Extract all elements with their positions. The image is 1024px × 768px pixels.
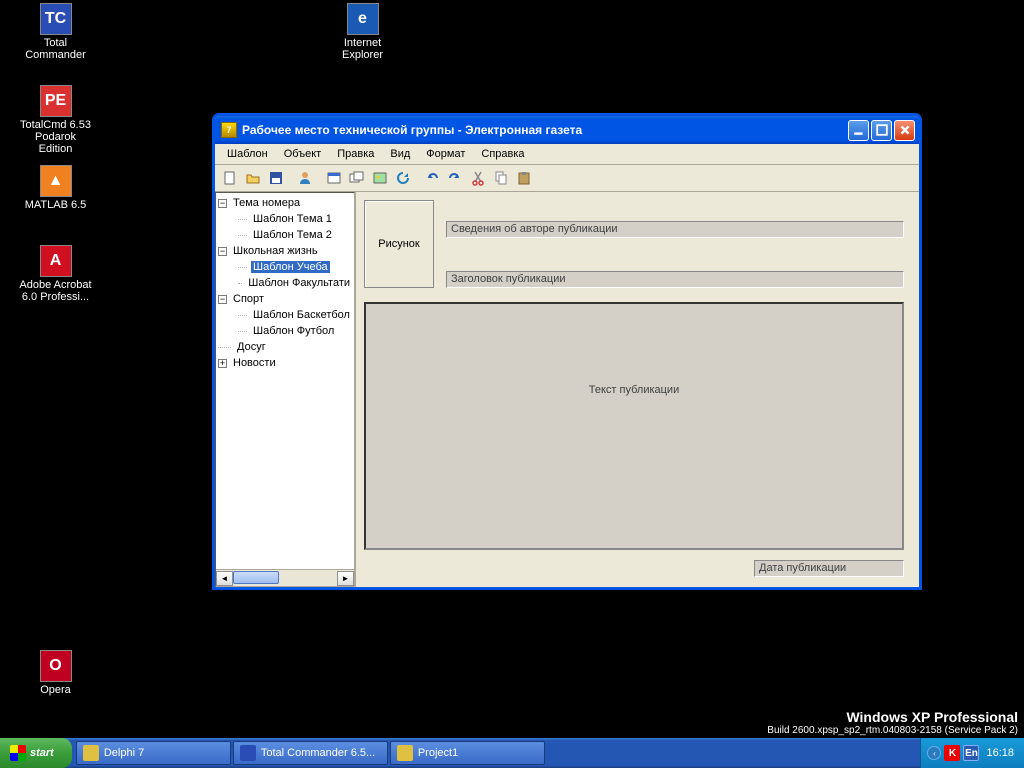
app-icon xyxy=(240,745,256,761)
icon-label: Opera xyxy=(40,684,71,696)
icon-label: InternetExplorer xyxy=(342,37,383,61)
tree-node-selected[interactable]: Шаблон Учеба xyxy=(251,261,330,273)
language-indicator[interactable]: En xyxy=(963,745,979,761)
maximize-button[interactable] xyxy=(871,120,892,141)
icon-label: TotalCmd 6.53Podarok Edition xyxy=(18,119,93,155)
windows-watermark: Windows XP Professional Build 2600.xpsp_… xyxy=(767,709,1018,736)
tree-node[interactable]: Шаблон Баскетбол xyxy=(251,309,352,321)
desktop-icon[interactable]: O Opera xyxy=(18,650,93,696)
app-window: 7 Рабочее место технической группы - Эле… xyxy=(212,113,922,590)
collapse-icon[interactable]: − xyxy=(218,247,227,256)
system-tray: ‹ K En 16:18 xyxy=(920,738,1024,768)
clock[interactable]: 16:18 xyxy=(986,747,1014,759)
paste-button[interactable] xyxy=(512,167,535,189)
windows-button[interactable] xyxy=(345,167,368,189)
kaspersky-tray-icon[interactable]: K xyxy=(944,745,960,761)
new-button[interactable] xyxy=(218,167,241,189)
icon-label: MATLAB 6.5 xyxy=(25,199,87,211)
date-field[interactable]: Дата публикации xyxy=(754,560,904,577)
tree-hscrollbar[interactable]: ◄ ► xyxy=(216,569,354,586)
scroll-right-button[interactable]: ► xyxy=(337,571,354,586)
desktop-icon[interactable]: eInternetExplorer xyxy=(325,3,400,61)
taskbar-app-button[interactable]: Total Commander 6.5... xyxy=(233,741,388,765)
titlebar[interactable]: 7 Рабочее место технической группы - Эле… xyxy=(215,116,919,144)
tree-node[interactable]: Шаблон Тема 1 xyxy=(251,213,334,225)
copy-button[interactable] xyxy=(489,167,512,189)
app-icon xyxy=(397,745,413,761)
tree-node[interactable]: Спорт xyxy=(231,293,266,305)
save-button[interactable] xyxy=(264,167,287,189)
delphi-app-icon: 7 xyxy=(221,122,237,138)
taskbar-app-button[interactable]: Delphi 7 xyxy=(76,741,231,765)
toolbar xyxy=(215,165,919,192)
menu-edit[interactable]: Правка xyxy=(329,146,382,162)
author-field[interactable]: Сведения об авторе публикации xyxy=(446,221,904,238)
picture-placeholder[interactable]: Рисунок xyxy=(364,200,434,288)
headline-field[interactable]: Заголовок публикации xyxy=(446,271,904,288)
tree-node[interactable]: Шаблон Тема 2 xyxy=(251,229,334,241)
menu-help[interactable]: Справка xyxy=(473,146,532,162)
app-label: Total Commander 6.5... xyxy=(261,747,375,759)
app-icon: PE xyxy=(40,85,72,117)
menu-object[interactable]: Объект xyxy=(276,146,329,162)
tree-node[interactable]: Школьная жизнь xyxy=(231,245,320,257)
menubar: Шаблон Объект Правка Вид Формат Справка xyxy=(215,144,919,165)
app-icon xyxy=(83,745,99,761)
app-label: Project1 xyxy=(418,747,458,759)
tree-panel: −Тема номера Шаблон Тема 1 Шаблон Тема 2… xyxy=(215,192,355,587)
user-button[interactable] xyxy=(293,167,316,189)
scroll-left-button[interactable]: ◄ xyxy=(216,571,233,586)
body-textarea[interactable]: Текст публикации xyxy=(364,302,904,550)
taskbar: start Delphi 7 Total Commander 6.5... Proj… xyxy=(0,738,1024,768)
collapse-icon[interactable]: − xyxy=(218,199,227,208)
app-label: Delphi 7 xyxy=(104,747,144,759)
tree-node[interactable]: Тема номера xyxy=(231,197,302,209)
menu-format[interactable]: Формат xyxy=(418,146,473,162)
minimize-button[interactable] xyxy=(848,120,869,141)
desktop-icon[interactable]: TCTotalCommander xyxy=(18,3,93,61)
taskbar-app-button[interactable]: Project1 xyxy=(390,741,545,765)
desktop-icon[interactable]: ▲ MATLAB 6.5 xyxy=(18,165,93,211)
menu-shablon[interactable]: Шаблон xyxy=(219,146,276,162)
app-icon: e xyxy=(347,3,379,35)
menu-view[interactable]: Вид xyxy=(382,146,418,162)
close-button[interactable] xyxy=(894,120,915,141)
tree-node[interactable]: Новости xyxy=(231,357,278,369)
undo-button[interactable] xyxy=(420,167,443,189)
desktop-icon[interactable]: PETotalCmd 6.53Podarok Edition xyxy=(18,85,93,155)
icon-label: Adobe Acrobat6.0 Professi... xyxy=(19,279,91,303)
tray-chevron-icon[interactable]: ‹ xyxy=(927,746,941,760)
redo-button[interactable] xyxy=(443,167,466,189)
window-button[interactable] xyxy=(322,167,345,189)
tree-node[interactable]: Досуг xyxy=(235,341,268,353)
app-icon: TC xyxy=(40,3,72,35)
cut-button[interactable] xyxy=(466,167,489,189)
open-button[interactable] xyxy=(241,167,264,189)
app-icon: ▲ xyxy=(40,165,72,197)
refresh-button[interactable] xyxy=(391,167,414,189)
collapse-icon[interactable]: − xyxy=(218,295,227,304)
tree-node[interactable]: Шаблон Факультати xyxy=(246,277,352,289)
expand-icon[interactable]: + xyxy=(218,359,227,368)
start-button[interactable]: start xyxy=(0,738,72,768)
windows-flag-icon xyxy=(10,745,26,761)
tree-node[interactable]: Шаблон Футбол xyxy=(251,325,336,337)
image-button[interactable] xyxy=(368,167,391,189)
template-tree[interactable]: −Тема номера Шаблон Тема 1 Шаблон Тема 2… xyxy=(216,193,354,569)
app-icon: A xyxy=(40,245,72,277)
template-form: Рисунок Сведения об авторе публикации За… xyxy=(355,192,919,587)
window-title: Рабочее место технической группы - Элект… xyxy=(242,123,848,137)
app-icon: O xyxy=(40,650,72,682)
scroll-thumb[interactable] xyxy=(233,571,279,584)
icon-label: TotalCommander xyxy=(25,37,86,61)
desktop-icon[interactable]: AAdobe Acrobat6.0 Professi... xyxy=(18,245,93,303)
